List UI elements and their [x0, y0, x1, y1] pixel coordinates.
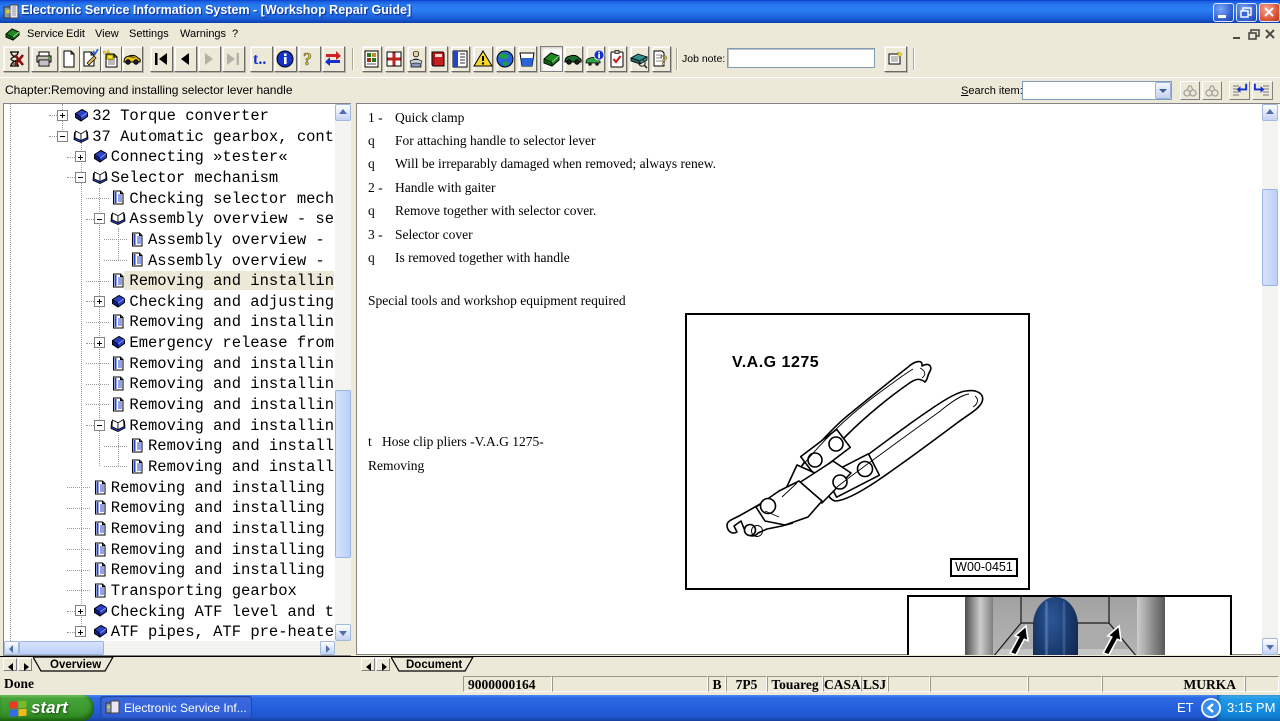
svg-text:Document: Document: [406, 659, 462, 671]
svg-text:Overview: Overview: [50, 659, 101, 671]
